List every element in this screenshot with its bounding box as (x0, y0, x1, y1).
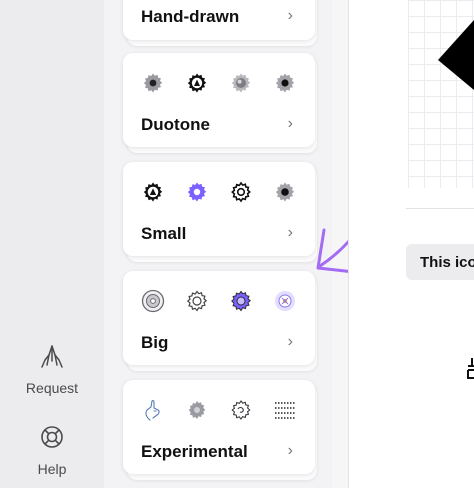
partial-glyph-icon (467, 358, 474, 379)
style-card-title: Experimental (141, 442, 248, 461)
style-card-small[interactable]: Small › (123, 162, 317, 262)
chevron-right-icon: › (287, 115, 293, 132)
preview-canvas (408, 0, 474, 188)
style-card-title: Big (141, 333, 169, 352)
gear-experimental-outline-icon (229, 398, 253, 422)
chevron-right-icon: › (287, 7, 293, 24)
gear-big-outline-icon (185, 289, 209, 313)
gear-duotone-dot-icon (273, 71, 297, 95)
info-tooltip: This ico (406, 244, 474, 280)
chevron-right-icon: › (287, 224, 293, 241)
left-sidebar: Request Help (0, 0, 104, 488)
hand-experimental-icon (141, 398, 165, 422)
praying-hands-icon (39, 343, 65, 374)
sidebar-item-label: Help (37, 461, 67, 477)
gear-experimental-sketch-icon (185, 398, 209, 422)
style-card-duotone[interactable]: Duotone › (123, 53, 317, 153)
gear-small-solid-icon (273, 180, 297, 204)
gear-small-thin-icon (229, 180, 253, 204)
style-card-title: Hand-drawn (141, 7, 240, 26)
preview-shape-icon (438, 20, 474, 90)
gear-duotone-shaded-icon (229, 71, 253, 95)
gear-big-circle-icon (141, 289, 165, 313)
style-card-experimental[interactable]: Experimental › (123, 380, 317, 480)
style-card-title: Small (141, 224, 187, 243)
gear-big-color-icon (273, 289, 297, 313)
style-card-big[interactable]: Big › (123, 271, 317, 371)
sidebar-item-request[interactable]: Request (0, 343, 104, 396)
dotted-lines-experimental-icon (273, 398, 297, 422)
sidebar-item-help[interactable]: Help (0, 424, 104, 477)
divider (406, 208, 474, 209)
gear-big-purple-icon (229, 289, 253, 313)
gear-duotone-outline-icon (185, 71, 209, 95)
gear-small-purple-icon (185, 180, 209, 204)
chevron-right-icon: › (287, 442, 293, 459)
style-card-hand-drawn[interactable]: Hand-drawn › (123, 0, 317, 46)
chevron-right-icon: › (287, 333, 293, 350)
style-card-title: Duotone (141, 115, 210, 134)
gear-duotone-gray-icon (141, 71, 165, 95)
lifebuoy-icon (39, 424, 65, 455)
sidebar-item-label: Request (25, 380, 79, 396)
gear-small-outline-icon (141, 180, 165, 204)
